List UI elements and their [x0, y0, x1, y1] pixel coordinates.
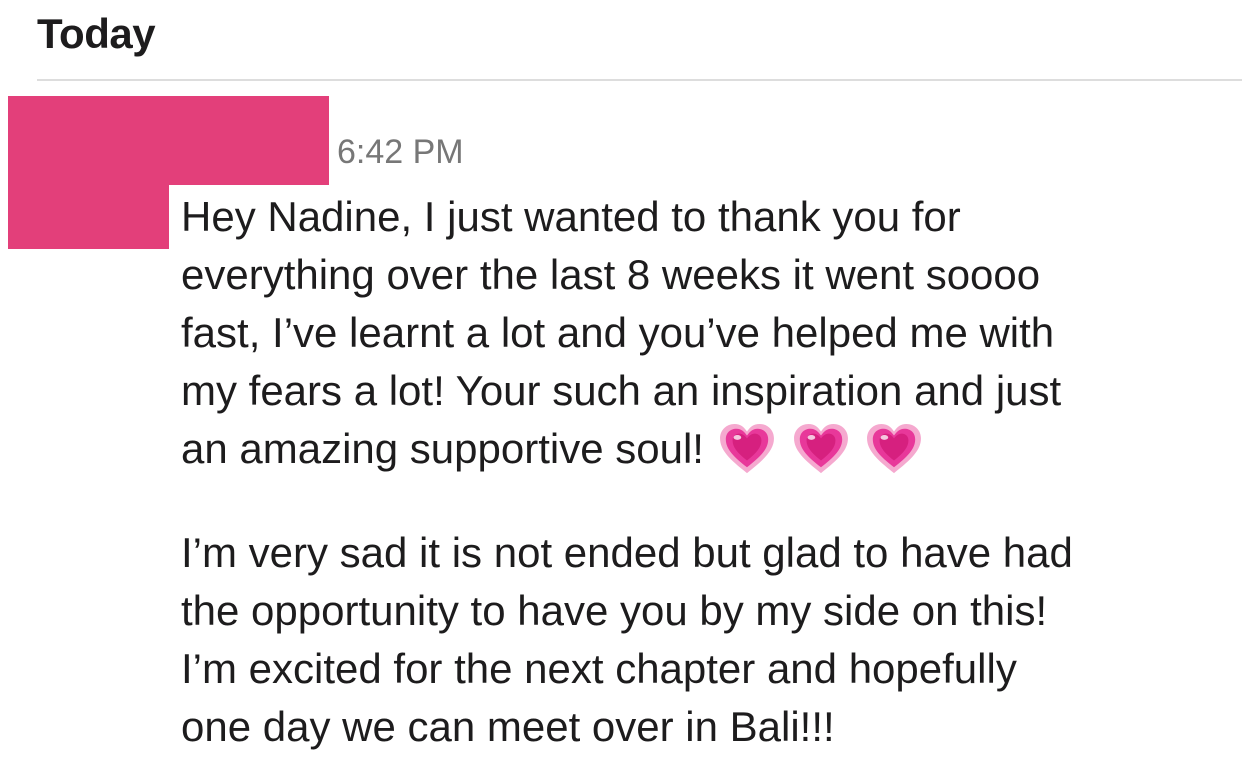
- message-line: everything over the last 8 weeks it went…: [181, 251, 1041, 298]
- growing-heart-icon: [867, 423, 922, 474]
- growing-heart-icon: [793, 423, 848, 474]
- message-body: Hey Nadine, I just wanted to thank you f…: [181, 188, 1231, 756]
- growing-heart-icon: [720, 423, 774, 474]
- day-header: Today: [37, 10, 156, 57]
- message-paragraph-2: I’m very sad it is not ended but glad to…: [181, 524, 1231, 756]
- message-line: fast, I’ve learnt a lot and you’ve helpe…: [181, 309, 1055, 356]
- message-line: one day we can meet over in Bali!!!: [181, 703, 835, 750]
- message-line: Hey Nadine, I just wanted to thank you f…: [181, 193, 961, 240]
- emoji-group: [718, 423, 927, 490]
- message-paragraph-1: Hey Nadine, I just wanted to thank you f…: [181, 188, 1231, 490]
- message-line: an amazing supportive soul!: [181, 425, 704, 472]
- redacted-name: [8, 185, 169, 249]
- message-line: I’m very sad it is not ended but glad to…: [181, 529, 1073, 576]
- redacted-avatar: [8, 96, 329, 185]
- message-line: I’m excited for the next chapter and hop…: [181, 645, 1017, 692]
- day-divider: [37, 79, 1242, 81]
- message-timestamp[interactable]: 6:42 PM: [337, 133, 464, 172]
- message-line: the opportunity to have you by my side o…: [181, 587, 1048, 634]
- message-line: my fears a lot! Your such an inspiration…: [181, 367, 1062, 414]
- message-line-with-emoji: an amazing supportive soul!: [181, 420, 1231, 490]
